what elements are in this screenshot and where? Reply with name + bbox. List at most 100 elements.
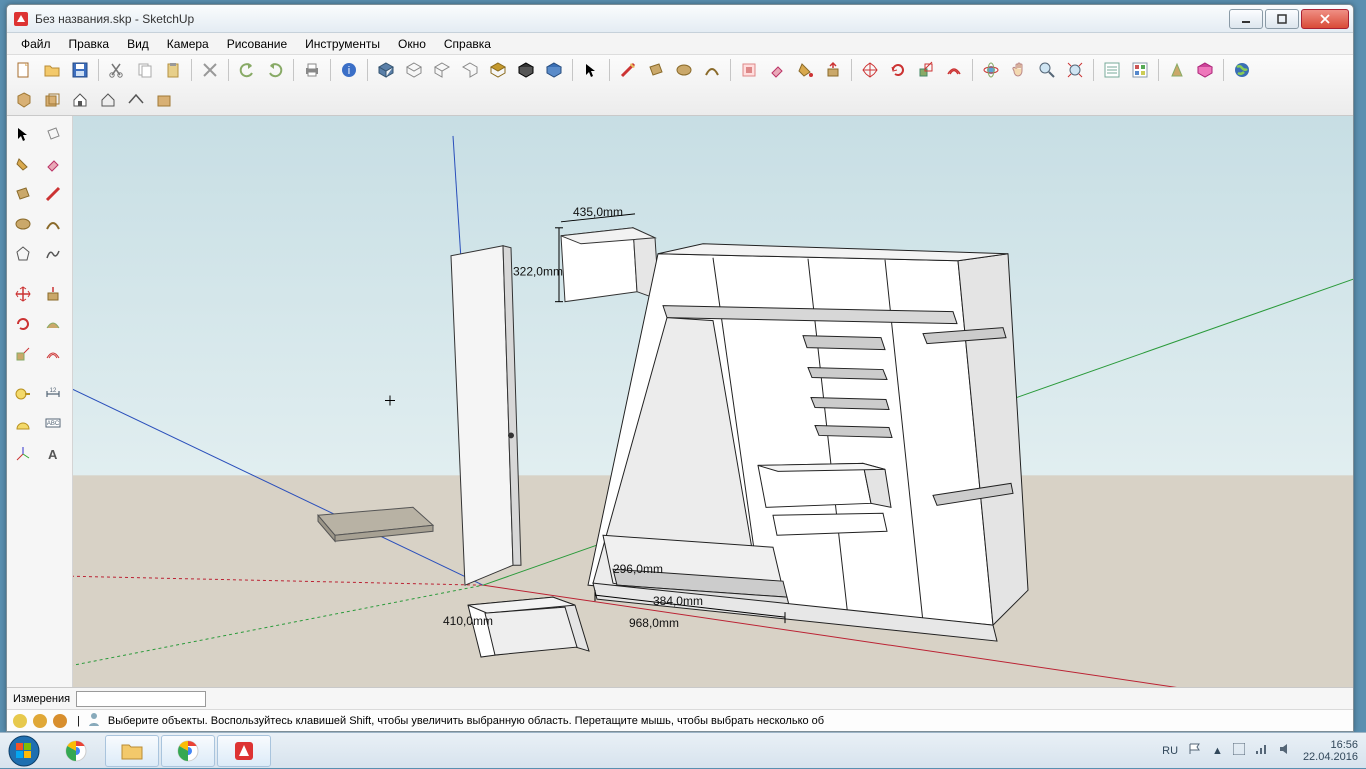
save-icon[interactable] (67, 57, 93, 83)
workarea: 12 ABC A (7, 116, 1353, 687)
3dtext-icon[interactable]: A (39, 440, 67, 468)
eraser-tool-icon[interactable] (764, 57, 790, 83)
paint-side-icon[interactable] (9, 150, 37, 178)
push-pull-icon[interactable] (820, 57, 846, 83)
zoom-icon[interactable] (1034, 57, 1060, 83)
paint-bucket-icon[interactable] (792, 57, 818, 83)
roof-icon[interactable] (123, 87, 149, 113)
dim-410: 410,0mm (443, 614, 493, 628)
close-button[interactable] (1301, 9, 1349, 29)
select-cursor-icon[interactable] (9, 120, 37, 148)
taskbar-sketchup[interactable] (217, 735, 271, 767)
freehand-side-icon[interactable] (39, 240, 67, 268)
maximize-button[interactable] (1265, 9, 1299, 29)
menu-file[interactable]: Файл (13, 35, 59, 53)
protractor-icon[interactable] (9, 410, 37, 438)
minimize-button[interactable] (1229, 9, 1263, 29)
right-view-icon[interactable] (457, 57, 483, 83)
rectangle-tool-icon[interactable] (643, 57, 669, 83)
front-view-icon[interactable] (429, 57, 455, 83)
menu-help[interactable]: Справка (436, 35, 499, 53)
redo-icon[interactable] (262, 57, 288, 83)
circle-side-icon[interactable] (9, 210, 37, 238)
instructor-icon[interactable] (86, 711, 102, 730)
move-side-icon[interactable] (9, 280, 37, 308)
outliner-icon[interactable] (1099, 57, 1125, 83)
status-hint-bar: | Выберите объекты. Воспользуйтесь клави… (7, 709, 1353, 731)
tray-lang[interactable]: RU (1162, 745, 1178, 757)
tray-arrow-icon[interactable]: ▲ (1212, 745, 1223, 757)
layers-icon[interactable] (1127, 57, 1153, 83)
print-icon[interactable] (299, 57, 325, 83)
bottom-view-icon[interactable] (541, 57, 567, 83)
tray-clock[interactable]: 16:56 22.04.2016 (1303, 739, 1358, 763)
start-button[interactable] (0, 733, 48, 769)
menu-tools[interactable]: Инструменты (297, 35, 388, 53)
tray-network-icon[interactable] (1255, 743, 1269, 758)
pushpull-side-icon[interactable] (39, 280, 67, 308)
offset-tool-icon[interactable] (941, 57, 967, 83)
move-tool-icon[interactable] (857, 57, 883, 83)
add-location-icon[interactable] (1164, 57, 1190, 83)
cut-icon[interactable] (104, 57, 130, 83)
tape-icon[interactable] (9, 380, 37, 408)
house2-icon[interactable] (95, 87, 121, 113)
menu-camera[interactable]: Камера (159, 35, 217, 53)
rotate-tool-icon[interactable] (885, 57, 911, 83)
text-icon[interactable]: ABC (39, 410, 67, 438)
arc-side-icon[interactable] (39, 210, 67, 238)
zoom-extents-icon[interactable] (1062, 57, 1088, 83)
box-icon[interactable] (151, 87, 177, 113)
polygon-side-icon[interactable] (9, 240, 37, 268)
info-icon[interactable]: i (336, 57, 362, 83)
select-icon[interactable] (578, 57, 604, 83)
paste-icon[interactable] (160, 57, 186, 83)
svg-text:ABC: ABC (47, 421, 60, 427)
tray-action-center-icon[interactable] (1233, 743, 1245, 758)
open-file-icon[interactable] (39, 57, 65, 83)
circle-tool-icon[interactable] (671, 57, 697, 83)
component-icon[interactable] (11, 87, 37, 113)
taskbar-explorer[interactable] (105, 735, 159, 767)
group-icon[interactable] (39, 87, 65, 113)
make-component-icon[interactable] (736, 57, 762, 83)
menu-window[interactable]: Окно (390, 35, 434, 53)
house-icon[interactable] (67, 87, 93, 113)
arc-tool-icon[interactable] (699, 57, 725, 83)
viewport[interactable]: 435,0mm 322,0mm (73, 116, 1353, 687)
top-view-icon[interactable] (401, 57, 427, 83)
delete-icon[interactable] (197, 57, 223, 83)
tray-flag-icon[interactable] (1188, 742, 1202, 759)
undo-icon[interactable] (234, 57, 260, 83)
followme-side-icon[interactable] (39, 310, 67, 338)
offset-side-icon[interactable] (39, 340, 67, 368)
earth-icon[interactable] (1229, 57, 1255, 83)
scale-tool-icon[interactable] (913, 57, 939, 83)
eraser-side-icon[interactable] (39, 150, 67, 178)
tray-sound-icon[interactable] (1279, 743, 1293, 758)
warehouse-icon[interactable] (1192, 57, 1218, 83)
menu-edit[interactable]: Правка (61, 35, 118, 53)
left-view-icon[interactable] (513, 57, 539, 83)
svg-text:12: 12 (50, 388, 57, 394)
axes-icon[interactable] (9, 440, 37, 468)
new-file-icon[interactable] (11, 57, 37, 83)
dimension-icon[interactable]: 12 (39, 380, 67, 408)
line-side-icon[interactable] (39, 180, 67, 208)
measure-input[interactable] (76, 691, 206, 707)
orbit-icon[interactable] (978, 57, 1004, 83)
component-side-icon[interactable] (39, 120, 67, 148)
dim-384: 384,0mm (653, 594, 703, 608)
back-view-icon[interactable] (485, 57, 511, 83)
taskbar-chrome-1[interactable] (49, 735, 103, 767)
scale-side-icon[interactable] (9, 340, 37, 368)
pan-icon[interactable] (1006, 57, 1032, 83)
line-tool-icon[interactable] (615, 57, 641, 83)
menu-view[interactable]: Вид (119, 35, 157, 53)
rect-side-icon[interactable] (9, 180, 37, 208)
iso-view-icon[interactable] (373, 57, 399, 83)
copy-icon[interactable] (132, 57, 158, 83)
menu-draw[interactable]: Рисование (219, 35, 295, 53)
taskbar-chrome-2[interactable] (161, 735, 215, 767)
rotate-side-icon[interactable] (9, 310, 37, 338)
